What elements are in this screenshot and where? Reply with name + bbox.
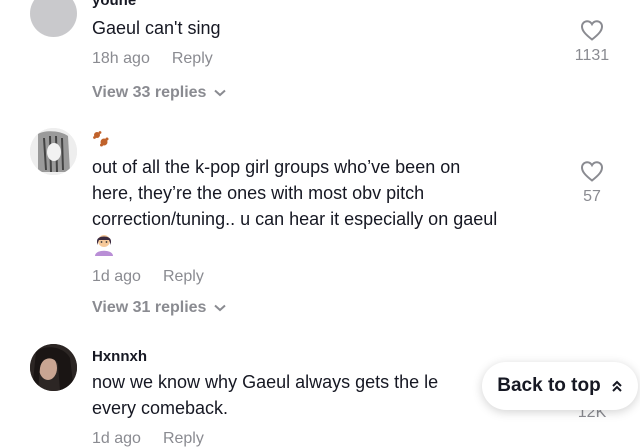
avatar-drawing — [30, 128, 77, 175]
double-chevron-up-icon — [612, 380, 622, 392]
avatar-drawing — [30, 344, 77, 391]
avatar[interactable] — [30, 344, 77, 391]
like-count: 1131 — [574, 47, 610, 64]
chevron-down-icon — [214, 304, 227, 312]
comment-username[interactable]: youne — [92, 0, 136, 9]
comment-text-line: out of all the k-pop girl groups who’ve … — [92, 157, 461, 177]
like-button[interactable]: 1131 — [573, 19, 611, 65]
view-replies-button[interactable]: View 33 replies — [92, 84, 227, 102]
view-replies-label: View 33 replies — [92, 84, 207, 101]
like-count: 57 — [583, 188, 601, 205]
avatar[interactable] — [30, 0, 77, 37]
comment-username[interactable]: Hxnnxh — [92, 348, 147, 365]
comment-text: Gaeul can't sing — [92, 18, 221, 38]
comment-text: out of all the k-pop girl groups who’ve … — [92, 154, 572, 232]
like-button[interactable]: 57 — [573, 160, 611, 206]
reply-button[interactable]: Reply — [172, 50, 213, 67]
heart-icon — [580, 20, 604, 41]
comment-feed: youne Gaeul can't sing 18h ago Reply 1131… — [0, 0, 640, 448]
shrug-emoji-icon — [92, 232, 116, 261]
back-to-top-button[interactable]: Back to top — [482, 362, 638, 410]
comment-meta: 18h ago Reply — [92, 50, 213, 68]
comment-text-line: here, they’re the ones with most obv pit… — [92, 183, 425, 203]
comment-meta: 1d ago Reply — [92, 268, 204, 286]
view-replies-label: View 31 replies — [92, 299, 207, 316]
reply-button[interactable]: Reply — [163, 268, 204, 285]
view-replies-button[interactable]: View 31 replies — [92, 299, 227, 317]
avatar[interactable] — [30, 128, 77, 175]
comment-meta: 1d ago Reply — [92, 430, 204, 448]
back-to-top-label: Back to top — [497, 375, 601, 396]
comment-time: 18h ago — [92, 50, 150, 67]
reply-button[interactable]: Reply — [163, 430, 204, 447]
comment-time: 1d ago — [92, 268, 141, 285]
comment-time: 1d ago — [92, 430, 141, 447]
paw-icon — [92, 130, 110, 153]
comment-text-line: correction/tuning.. u can hear it especi… — [92, 209, 498, 229]
chevron-down-icon — [214, 89, 227, 97]
heart-icon — [580, 161, 604, 182]
